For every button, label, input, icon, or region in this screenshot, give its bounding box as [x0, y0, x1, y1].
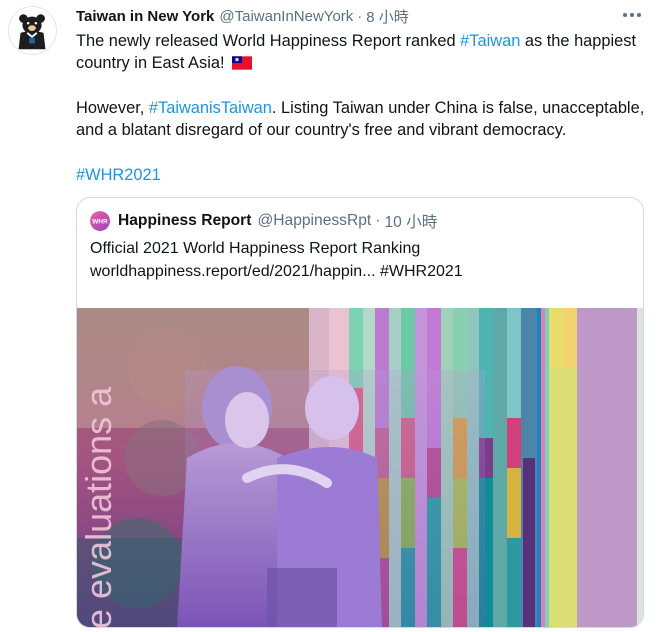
quoted-text: Official 2021 World Happiness Report Ran… [90, 238, 630, 283]
hashtag-link[interactable]: #TaiwanisTaiwan [149, 99, 272, 117]
separator-dot: · [357, 7, 363, 25]
quoted-avatar[interactable]: WHR [90, 211, 110, 231]
tweet-paragraph-1: The newly released World Happiness Repor… [76, 30, 648, 75]
black-bear-icon [9, 7, 56, 54]
separator-dot: · [375, 212, 381, 229]
quoted-tweet[interactable]: WHR Happiness Report @HappinessRpt · 10 … [76, 197, 644, 628]
quoted-display-name[interactable]: Happiness Report [118, 212, 251, 230]
tweet[interactable]: Taiwan in New York @TaiwanInNewYork · 8 … [0, 0, 660, 632]
tweet-text: The newly released World Happiness Repor… [76, 30, 648, 186]
more-options-button[interactable] [618, 5, 646, 25]
couple-dancing-photo [177, 366, 485, 627]
hashtag-link[interactable]: #Taiwan [460, 32, 520, 50]
tweet-header: Taiwan in New York @TaiwanInNewYork · 8 … [76, 6, 409, 26]
quoted-handle[interactable]: @HappinessRpt [257, 212, 371, 230]
tweet-timestamp[interactable]: 8 小時 [366, 6, 409, 27]
quoted-header: Happiness Report @HappinessRpt · 10 小時 [118, 211, 437, 231]
tweet-paragraph-3: #WHR2021 [76, 164, 648, 186]
author-display-name[interactable]: Taiwan in New York [76, 8, 214, 25]
tweet-paragraph-2: However, #TaiwanisTaiwan. Listing Taiwan… [76, 97, 648, 142]
quoted-text-line-2: worldhappiness.report/ed/2021/happin... … [90, 262, 463, 280]
report-cover-image: e evaluations a [77, 308, 643, 628]
logo-lettering: WHR [92, 219, 108, 226]
more-horizontal-icon [623, 13, 627, 17]
happiness-report-logo-icon: WHR [90, 211, 110, 231]
quoted-text-line-1: Official 2021 World Happiness Report Ran… [90, 240, 421, 257]
avatar[interactable] [8, 6, 57, 55]
quoted-media-image[interactable]: e evaluations a [77, 308, 643, 628]
author-handle[interactable]: @TaiwanInNewYork [219, 8, 353, 25]
ranking-stripes-graphic [549, 308, 637, 627]
text-segment: The newly released World Happiness Repor… [76, 32, 461, 50]
hashtag-link[interactable]: #WHR2021 [76, 166, 161, 184]
text-segment: However, [76, 98, 149, 117]
cover-vertical-text: e evaluations a [78, 386, 119, 628]
taiwan-flag-icon [232, 56, 253, 71]
quoted-timestamp[interactable]: 10 小時 [384, 210, 437, 232]
